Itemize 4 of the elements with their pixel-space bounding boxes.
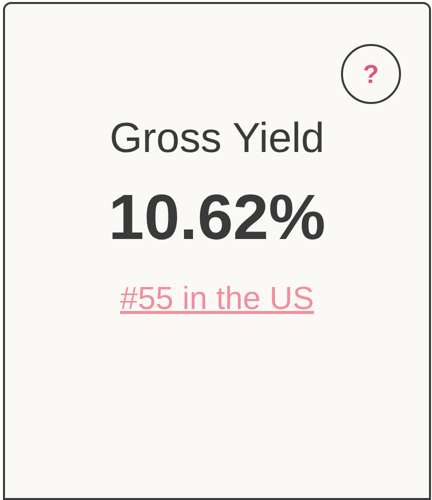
metric-value: 10.62% (108, 180, 326, 254)
rank-link[interactable]: #55 in the US (120, 280, 314, 317)
metric-title: Gross Yield (110, 114, 324, 162)
help-button[interactable]: ? (341, 44, 401, 104)
